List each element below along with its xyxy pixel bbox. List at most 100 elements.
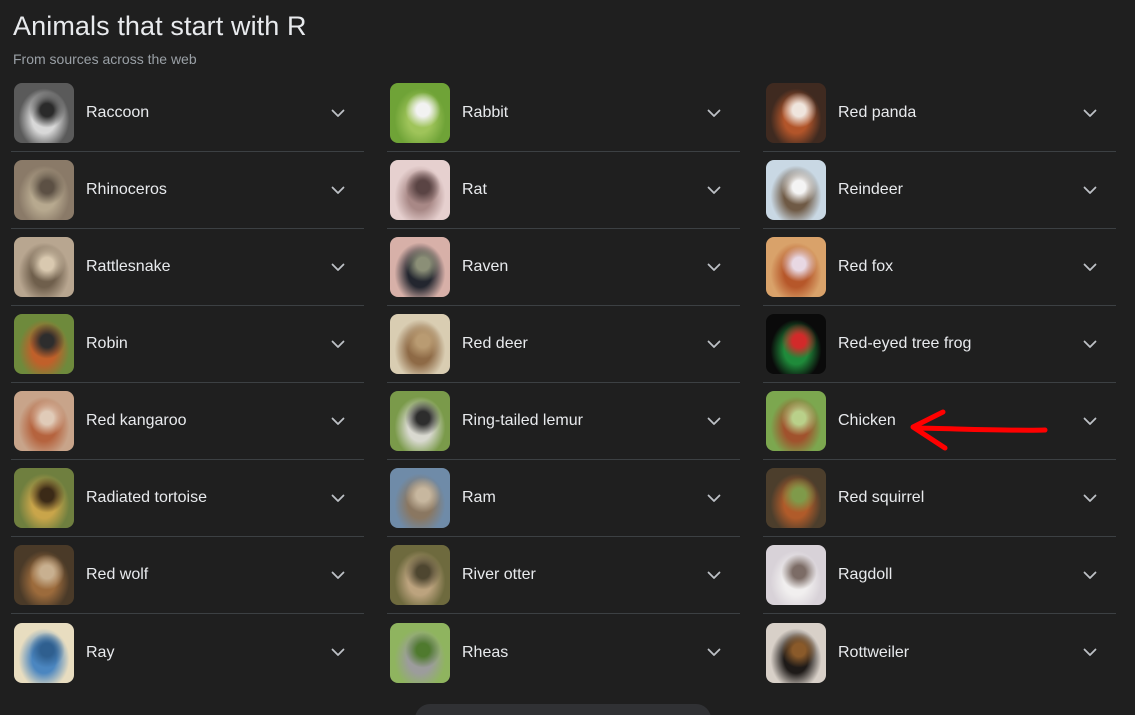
chevron-down-icon[interactable] <box>1078 409 1102 433</box>
result-item-label: Red deer <box>462 335 528 352</box>
result-item-label: Radiated tortoise <box>86 489 207 506</box>
river-otter-image-icon <box>390 545 450 605</box>
result-item-river-otter[interactable]: River otter <box>387 537 740 614</box>
result-item-red-squirrel[interactable]: Red squirrel <box>763 460 1116 537</box>
result-item-ray[interactable]: Ray <box>11 614 364 691</box>
chevron-down-icon[interactable] <box>1078 563 1102 587</box>
ram-image-icon <box>390 468 450 528</box>
red-panda-image-icon <box>766 83 826 143</box>
result-item-red-deer[interactable]: Red deer <box>387 306 740 383</box>
rattlesnake-image-icon <box>14 237 74 297</box>
result-item-robin[interactable]: Robin <box>11 306 364 383</box>
rhinoceros-image-icon <box>14 160 74 220</box>
chevron-down-icon[interactable] <box>702 563 726 587</box>
result-item-label: Red-eyed tree frog <box>838 335 972 352</box>
chevron-down-icon[interactable] <box>326 641 350 665</box>
red-eyed-tree-frog-image-icon <box>766 314 826 374</box>
chevron-down-icon[interactable] <box>326 332 350 356</box>
raccoon-image-icon <box>14 83 74 143</box>
more-results-button[interactable] <box>415 704 711 715</box>
result-item-raven[interactable]: Raven <box>387 229 740 306</box>
rottweiler-image-icon <box>766 622 826 683</box>
chevron-down-icon[interactable] <box>702 641 726 665</box>
red-kangaroo-image-icon <box>14 391 74 451</box>
result-item-rhinoceros[interactable]: Rhinoceros <box>11 152 364 229</box>
result-item-label: Rabbit <box>462 104 509 121</box>
result-item-rheas[interactable]: Rheas <box>387 614 740 691</box>
chevron-down-icon[interactable] <box>702 486 726 510</box>
animal-grid: Raccoon Rabbit Red panda Rhinoceros Rat Reind… <box>11 75 1126 691</box>
result-item-label: Red panda <box>838 104 917 121</box>
result-item-label: Red wolf <box>86 566 149 583</box>
chevron-down-icon[interactable] <box>326 409 350 433</box>
rat-image-icon <box>390 160 450 220</box>
chevron-down-icon[interactable] <box>1078 486 1102 510</box>
rabbit-image-icon <box>390 83 450 143</box>
chevron-down-icon[interactable] <box>1078 332 1102 356</box>
robin-image-icon <box>14 314 74 374</box>
result-item-rattlesnake[interactable]: Rattlesnake <box>11 229 364 306</box>
result-item-label: Raven <box>462 258 509 275</box>
result-item-label: Rheas <box>462 643 509 661</box>
chevron-down-icon[interactable] <box>326 563 350 587</box>
chevron-down-icon[interactable] <box>1078 641 1102 665</box>
result-item-ragdoll[interactable]: Ragdoll <box>763 537 1116 614</box>
result-item-label: River otter <box>462 566 536 583</box>
chevron-down-icon[interactable] <box>1078 178 1102 202</box>
chevron-down-icon[interactable] <box>326 486 350 510</box>
result-item-label: Ragdoll <box>838 566 893 583</box>
result-item-label: Ray <box>86 643 115 661</box>
result-item-label: Red kangaroo <box>86 412 187 429</box>
red-deer-image-icon <box>390 314 450 374</box>
result-item-radiated-tortoise[interactable]: Radiated tortoise <box>11 460 364 537</box>
chevron-down-icon[interactable] <box>702 178 726 202</box>
result-item-label: Rattlesnake <box>86 258 171 275</box>
result-item-label: Ram <box>462 489 496 506</box>
red-squirrel-image-icon <box>766 468 826 528</box>
chevron-down-icon[interactable] <box>702 409 726 433</box>
result-item-red-wolf[interactable]: Red wolf <box>11 537 364 614</box>
result-item-label: Rat <box>462 181 487 198</box>
result-item-rat[interactable]: Rat <box>387 152 740 229</box>
page-title: Animals that start with R <box>13 11 307 41</box>
result-item-label: Red squirrel <box>838 489 925 506</box>
chevron-down-icon[interactable] <box>702 332 726 356</box>
result-item-label: Rhinoceros <box>86 181 167 198</box>
ray-image-icon <box>14 622 74 683</box>
rheas-image-icon <box>390 622 450 683</box>
page-subtitle: From sources across the web <box>13 51 197 67</box>
chicken-image-icon <box>766 391 826 451</box>
result-item-rabbit[interactable]: Rabbit <box>387 75 740 152</box>
result-item-label: Rottweiler <box>838 643 910 661</box>
result-item-raccoon[interactable]: Raccoon <box>11 75 364 152</box>
red-arrow-annotation-icon <box>910 409 1048 451</box>
chevron-down-icon[interactable] <box>1078 255 1102 279</box>
search-results-page: Animals that start with R From sources a… <box>0 0 1135 715</box>
result-item-ring-tailed-lemur[interactable]: Ring-tailed lemur <box>387 383 740 460</box>
result-item-label: Reindeer <box>838 181 903 198</box>
ring-tailed-lemur-image-icon <box>390 391 450 451</box>
result-item-label: Robin <box>86 335 128 352</box>
chevron-down-icon[interactable] <box>702 101 726 125</box>
result-item-red-eyed-tree-frog[interactable]: Red-eyed tree frog <box>763 306 1116 383</box>
chevron-down-icon[interactable] <box>326 178 350 202</box>
result-item-label: Raccoon <box>86 104 150 121</box>
reindeer-image-icon <box>766 160 826 220</box>
red-wolf-image-icon <box>14 545 74 605</box>
result-item-label: Ring-tailed lemur <box>462 412 583 429</box>
chevron-down-icon[interactable] <box>702 255 726 279</box>
chevron-down-icon[interactable] <box>1078 101 1102 125</box>
red-fox-image-icon <box>766 237 826 297</box>
radiated-tortoise-image-icon <box>14 468 74 528</box>
result-item-red-kangaroo[interactable]: Red kangaroo <box>11 383 364 460</box>
chevron-down-icon[interactable] <box>326 101 350 125</box>
result-item-ram[interactable]: Ram <box>387 460 740 537</box>
result-item-label: Red fox <box>838 258 894 275</box>
raven-image-icon <box>390 237 450 297</box>
result-item-red-panda[interactable]: Red panda <box>763 75 1116 152</box>
result-item-red-fox[interactable]: Red fox <box>763 229 1116 306</box>
result-item-reindeer[interactable]: Reindeer <box>763 152 1116 229</box>
ragdoll-image-icon <box>766 545 826 605</box>
result-item-rottweiler[interactable]: Rottweiler <box>763 614 1116 691</box>
chevron-down-icon[interactable] <box>326 255 350 279</box>
